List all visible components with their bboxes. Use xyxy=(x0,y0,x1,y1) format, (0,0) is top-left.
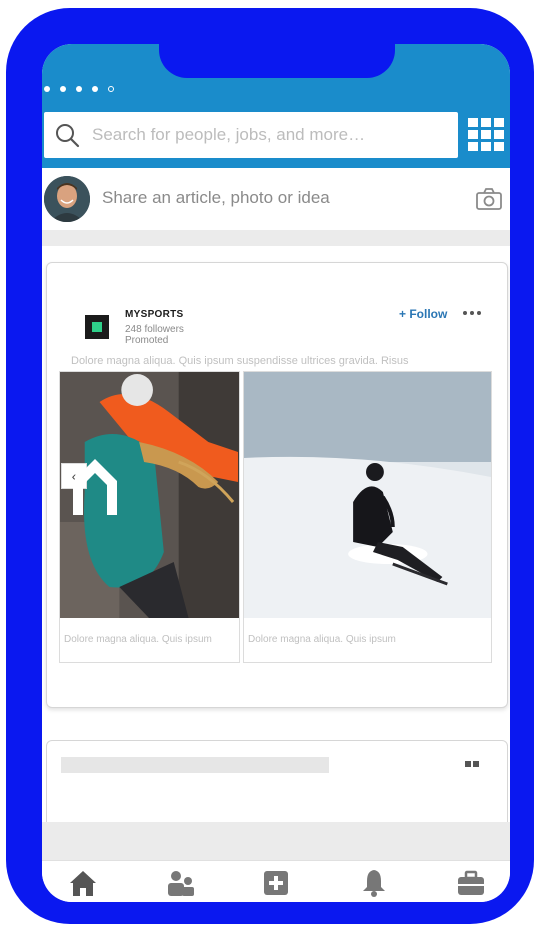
feed-divider xyxy=(42,230,510,246)
company-logo[interactable] xyxy=(85,315,109,339)
home-icon[interactable] xyxy=(68,869,98,897)
share-prompt: Share an article, photo or idea xyxy=(102,188,330,207)
company-name[interactable]: MYSPORTS xyxy=(125,309,184,320)
share-box[interactable]: Share an article, photo or idea xyxy=(42,168,510,230)
screen: Search for people, jobs, and more… Share… xyxy=(42,44,510,902)
search-icon xyxy=(56,124,80,148)
post-text: Dolore magna aliqua. Quis ipsum suspendi… xyxy=(71,355,409,367)
bottom-nav xyxy=(42,860,510,902)
camera-icon[interactable] xyxy=(476,188,502,210)
search-input[interactable]: Search for people, jobs, and more… xyxy=(44,112,458,158)
promoted-post-card: MYSPORTS 248 followers Promoted + Follow… xyxy=(46,262,508,708)
people-icon[interactable] xyxy=(166,869,196,897)
phone-notch xyxy=(159,44,395,78)
card-menu-icon[interactable] xyxy=(465,761,479,767)
signal-icon xyxy=(44,86,114,92)
slide-caption: Dolore magna aliqua. Quis ipsum xyxy=(64,634,212,645)
feed-bottom-band xyxy=(42,822,510,862)
add-post-icon[interactable] xyxy=(261,869,291,897)
more-icon[interactable] xyxy=(463,311,481,315)
phone-frame: Search for people, jobs, and more… Share… xyxy=(6,8,534,924)
chevron-up-icon xyxy=(73,459,117,515)
grid-icon[interactable] xyxy=(468,118,504,152)
placeholder-bar xyxy=(61,757,329,773)
slide-caption: Dolore magna aliqua. Quis ipsum xyxy=(248,634,396,645)
search-placeholder: Search for people, jobs, and more… xyxy=(92,125,366,144)
promoted-label: Promoted xyxy=(125,335,169,346)
avatar[interactable] xyxy=(44,176,90,222)
carousel-slide[interactable]: Dolore magna aliqua. Quis ipsum xyxy=(59,371,240,663)
snowboarder-image xyxy=(244,372,491,618)
notifications-icon[interactable] xyxy=(359,869,389,897)
follow-button[interactable]: + Follow xyxy=(399,307,447,321)
follower-count: 248 followers xyxy=(125,324,184,335)
carousel-slide[interactable]: Dolore magna aliqua. Quis ipsum xyxy=(243,371,492,663)
jobs-icon[interactable] xyxy=(456,869,486,897)
